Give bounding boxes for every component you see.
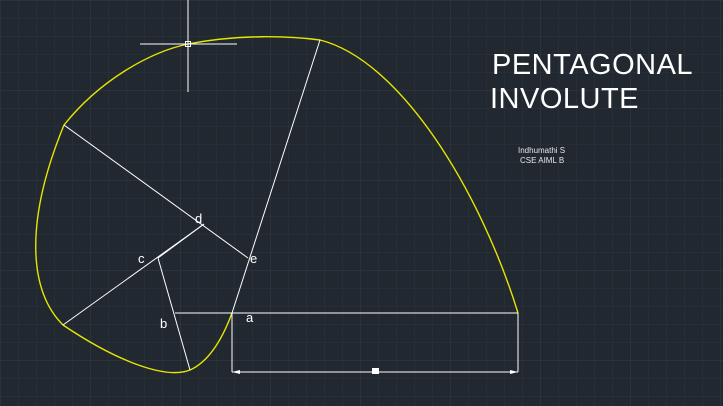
drawing-canvas[interactable]: a b c d e PENTAGONAL INVOLUTE Indhumathi… <box>0 0 723 406</box>
point-label-a: a <box>246 310 254 325</box>
point-label-e: e <box>250 251 257 266</box>
point-label-c: c <box>138 251 145 266</box>
author-class: CSE AIML B <box>520 156 565 165</box>
grip-square[interactable] <box>372 368 379 374</box>
author-name: Indhumathi S <box>518 146 566 155</box>
title-line-1: PENTAGONAL <box>492 49 694 81</box>
title-line-2: INVOLUTE <box>490 83 640 115</box>
point-label-d: d <box>195 211 202 226</box>
point-label-b: b <box>160 316 167 331</box>
